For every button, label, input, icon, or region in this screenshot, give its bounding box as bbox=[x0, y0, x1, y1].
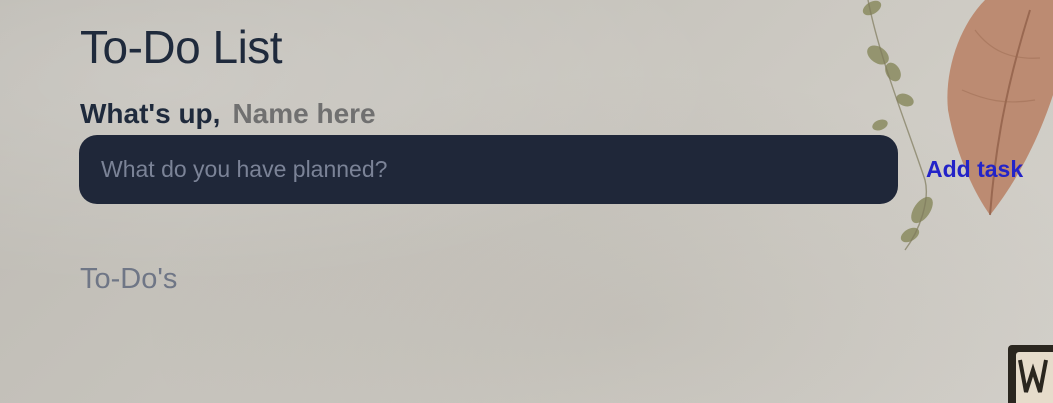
name-input[interactable] bbox=[232, 98, 533, 130]
greeting-label: What's up, bbox=[80, 98, 221, 129]
new-task-input[interactable] bbox=[79, 135, 898, 204]
letter-tile-decoration bbox=[1008, 345, 1053, 403]
page-title: To-Do List bbox=[80, 21, 283, 73]
new-task-form: Add task bbox=[79, 135, 1023, 204]
add-task-button[interactable]: Add task bbox=[926, 156, 1023, 183]
todos-heading: To-Do's bbox=[80, 263, 178, 295]
herb-decoration bbox=[862, 0, 933, 243]
greeting-row: What's up, bbox=[80, 98, 533, 130]
